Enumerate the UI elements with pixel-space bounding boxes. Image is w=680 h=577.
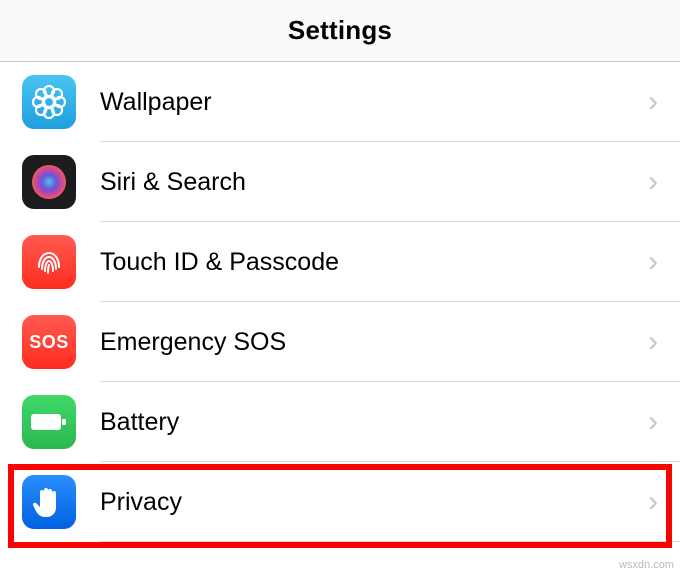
row-label: Siri & Search: [100, 168, 648, 197]
row-wallpaper[interactable]: Wallpaper ›: [0, 62, 680, 142]
fingerprint-icon: [22, 235, 76, 289]
watermark: wsxdn.com: [619, 559, 674, 571]
row-label: Wallpaper: [100, 88, 648, 117]
row-label: Emergency SOS: [100, 328, 648, 357]
row-privacy[interactable]: Privacy ›: [0, 462, 680, 542]
header: Settings: [0, 0, 680, 62]
chevron-right-icon: ›: [648, 485, 680, 519]
row-battery[interactable]: Battery ›: [0, 382, 680, 462]
chevron-right-icon: ›: [648, 245, 680, 279]
row-label: Privacy: [100, 488, 648, 517]
battery-icon: [22, 395, 76, 449]
chevron-right-icon: ›: [648, 405, 680, 439]
row-emergency-sos[interactable]: SOS Emergency SOS ›: [0, 302, 680, 382]
row-touchid-passcode[interactable]: Touch ID & Passcode ›: [0, 222, 680, 302]
sos-icon: SOS: [22, 315, 76, 369]
row-label: Battery: [100, 408, 648, 437]
sos-icon-text: SOS: [29, 332, 69, 353]
siri-icon: [22, 155, 76, 209]
chevron-right-icon: ›: [648, 85, 680, 119]
chevron-right-icon: ›: [648, 165, 680, 199]
hand-icon: [22, 475, 76, 529]
chevron-right-icon: ›: [648, 325, 680, 359]
row-label: Touch ID & Passcode: [100, 248, 648, 277]
page-title: Settings: [288, 15, 392, 46]
settings-list: Wallpaper › Siri & Search ›: [0, 62, 680, 542]
row-siri-search[interactable]: Siri & Search ›: [0, 142, 680, 222]
wallpaper-icon: [22, 75, 76, 129]
